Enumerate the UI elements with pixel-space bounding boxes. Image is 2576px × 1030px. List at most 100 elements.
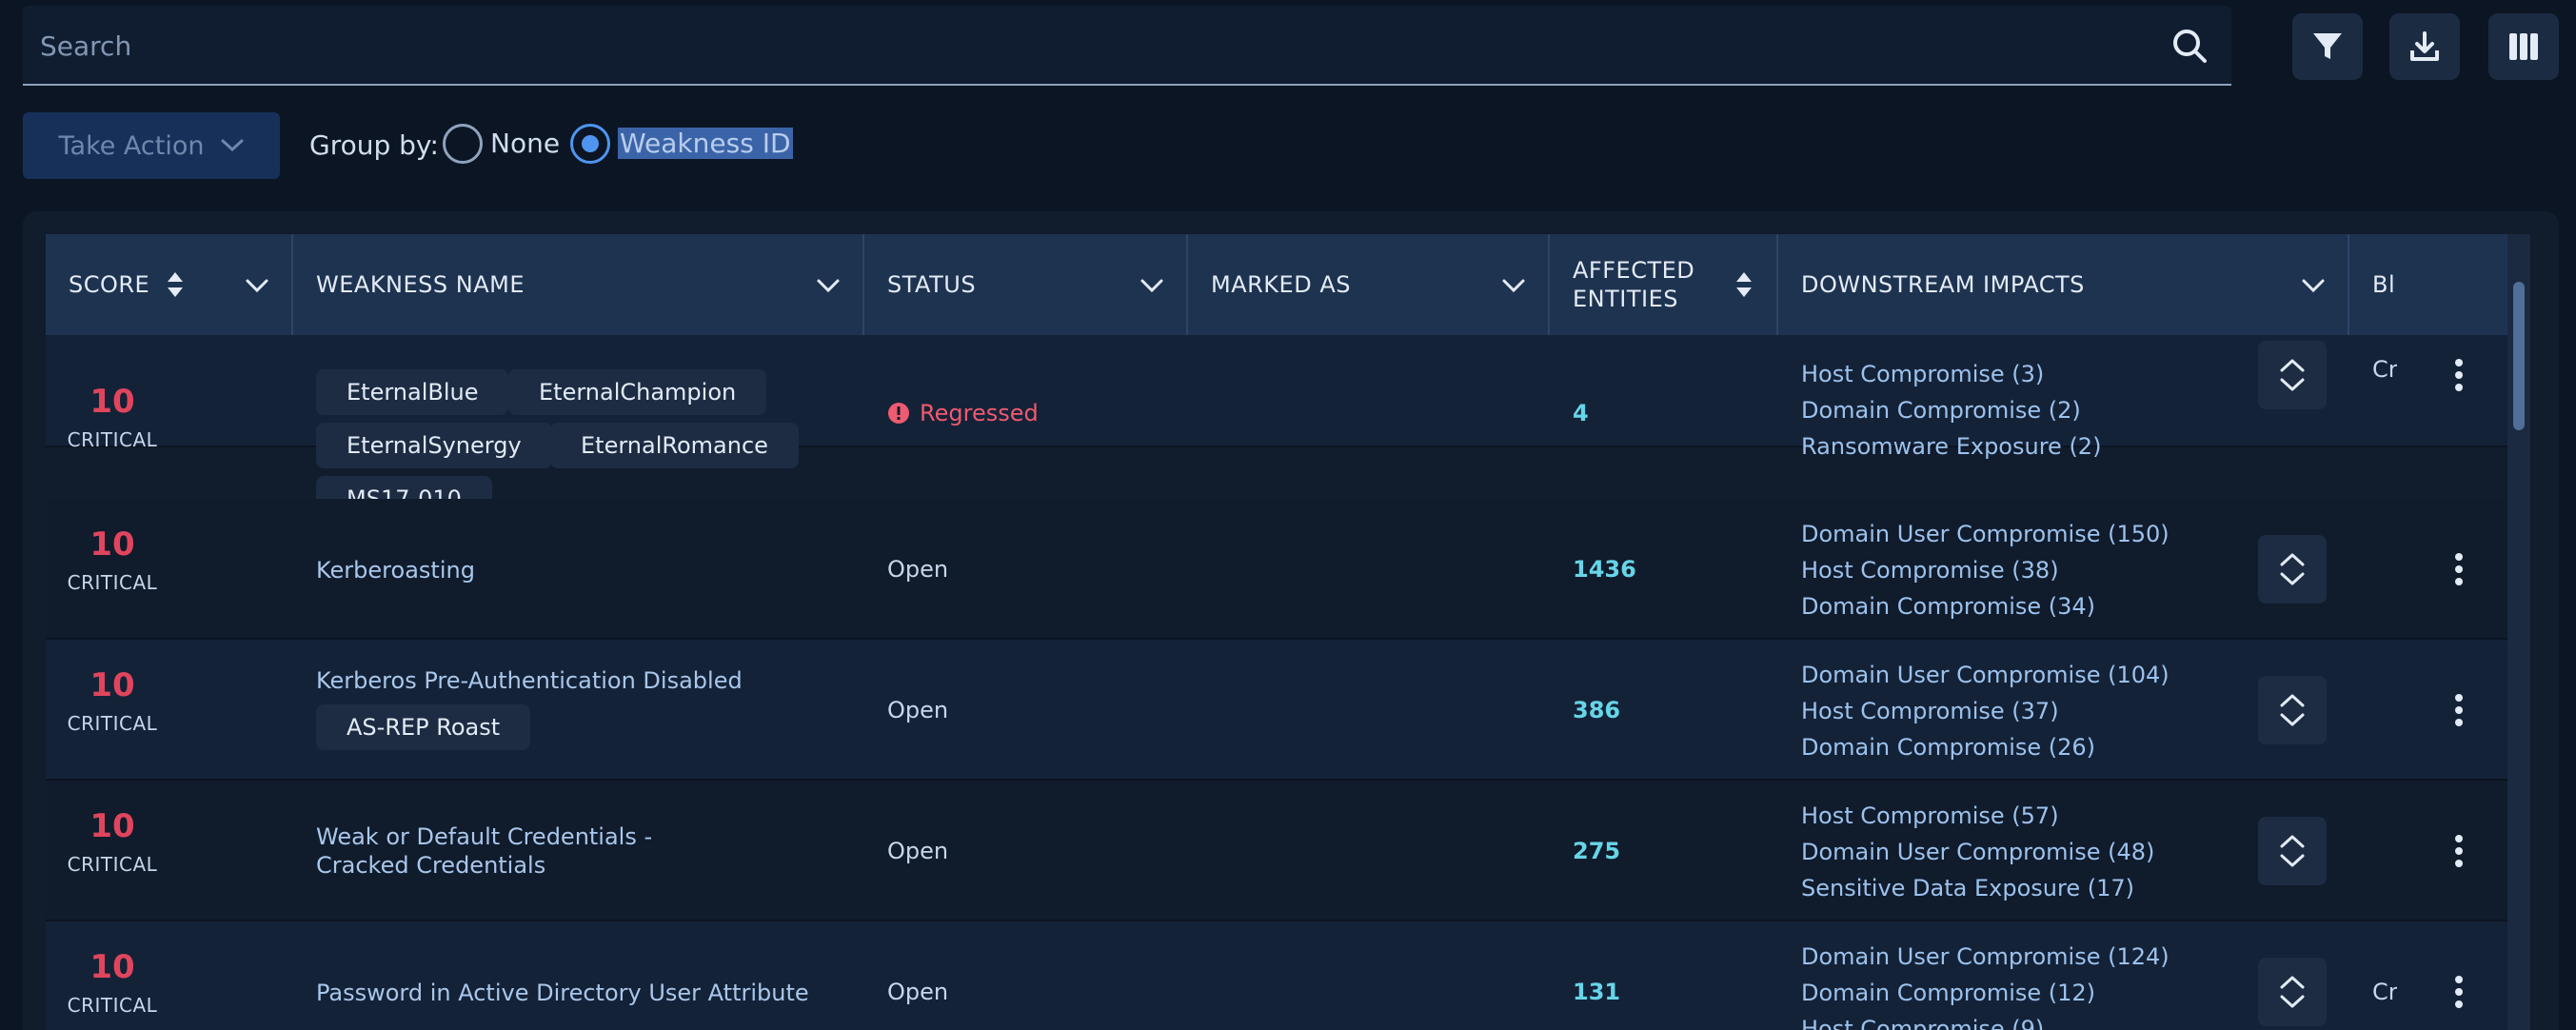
row-menu-button[interactable] xyxy=(2445,347,2473,404)
weakness-table: 10 CRITICAL EternalBlue EternalChampion … xyxy=(46,234,2507,1030)
affected-count[interactable]: 386 xyxy=(1573,697,1620,723)
table-row[interactable]: 10 CRITICAL Kerberos Pre-Authentication … xyxy=(46,640,2507,781)
table-scrollbar[interactable] xyxy=(2507,234,2530,1030)
expand-row-button[interactable] xyxy=(2258,535,2327,604)
impact-item[interactable]: Domain Compromise (26) xyxy=(1801,729,2170,765)
row-menu-button[interactable] xyxy=(2445,822,2473,880)
impact-item[interactable]: Ransomware Exposure (2) xyxy=(1801,428,2101,465)
column-affected-entities[interactable]: AFFECTED ENTITIES xyxy=(1550,234,1778,335)
column-label: DOWNSTREAM IMPACTS xyxy=(1801,271,2085,298)
score-value: 10 xyxy=(89,666,135,704)
group-by-label: Group by: xyxy=(309,129,439,161)
impacts-list: Host Compromise (57) Domain User Comprom… xyxy=(1801,798,2154,906)
impact-item[interactable]: Domain User Compromise (150) xyxy=(1801,516,2170,552)
severity-label: CRITICAL xyxy=(67,571,158,594)
column-marked-as[interactable]: MARKED AS xyxy=(1188,234,1550,335)
affected-count[interactable]: 131 xyxy=(1573,979,1620,1005)
affected-count[interactable]: 4 xyxy=(1573,400,1589,426)
weakness-tag[interactable]: EternalSynergy xyxy=(316,423,552,468)
column-label: AFFECTED ENTITIES xyxy=(1573,257,1695,312)
impact-item[interactable]: Host Compromise (38) xyxy=(1801,552,2170,588)
search-input[interactable] xyxy=(40,6,2134,86)
impact-item[interactable]: Host Compromise (9) xyxy=(1801,1011,2170,1030)
affected-count[interactable]: 1436 xyxy=(1573,556,1636,583)
weakness-tag[interactable]: AS-REP Roast xyxy=(316,704,531,750)
columns-icon xyxy=(2509,33,2538,60)
weakness-name[interactable]: Kerberoasting xyxy=(316,556,792,584)
sort-icon[interactable] xyxy=(166,270,185,299)
column-label: STATUS xyxy=(887,271,977,298)
status-cell: Regressed xyxy=(887,400,1039,426)
impact-item[interactable]: Domain Compromise (2) xyxy=(1801,392,2101,428)
alert-icon xyxy=(888,403,909,424)
search-icon[interactable] xyxy=(2170,27,2209,65)
impact-item[interactable]: Host Compromise (37) xyxy=(1801,693,2170,729)
severity-label: CRITICAL xyxy=(67,994,158,1017)
chevron-down-icon[interactable] xyxy=(1139,272,1165,299)
columns-button[interactable] xyxy=(2488,13,2559,80)
radio-none[interactable] xyxy=(443,124,483,164)
chevron-down-icon[interactable] xyxy=(244,272,270,299)
column-bu[interactable]: Bl xyxy=(2349,234,2507,335)
table-row[interactable]: 10 CRITICAL Password in Active Directory… xyxy=(46,921,2507,1030)
expand-row-button[interactable] xyxy=(2258,341,2327,409)
column-status[interactable]: STATUS xyxy=(864,234,1188,335)
score-value: 10 xyxy=(89,807,135,845)
expand-row-button[interactable] xyxy=(2258,958,2327,1026)
weakness-name[interactable]: Kerberos Pre-Authentication Disabled xyxy=(316,666,792,695)
radio-none-label[interactable]: None xyxy=(490,128,560,159)
column-downstream-impacts[interactable]: DOWNSTREAM IMPACTS xyxy=(1778,234,2349,335)
column-score[interactable]: SCORE xyxy=(46,234,293,335)
weakness-name[interactable]: Weak or Default Credentials - Cracked Cr… xyxy=(316,822,735,880)
table-row[interactable]: 10 CRITICAL Weak or Default Credentials … xyxy=(46,781,2507,921)
impact-item[interactable]: Domain Compromise (34) xyxy=(1801,588,2170,624)
impact-item[interactable]: Domain User Compromise (48) xyxy=(1801,834,2154,870)
impact-item[interactable]: Domain Compromise (12) xyxy=(1801,975,2170,1011)
impact-item[interactable]: Host Compromise (3) xyxy=(1801,356,2101,392)
impact-item[interactable]: Sensitive Data Exposure (17) xyxy=(1801,870,2154,906)
table-header: SCORE WEAKNESS NAME STATUS MARKED AS AFF… xyxy=(46,234,2507,335)
column-weakness-name[interactable]: WEAKNESS NAME xyxy=(293,234,864,335)
status-text: Open xyxy=(887,838,949,864)
row-menu-button[interactable] xyxy=(2445,682,2473,739)
row-menu-button[interactable] xyxy=(2445,541,2473,598)
chevron-down-icon[interactable] xyxy=(2300,272,2327,299)
filter-button[interactable] xyxy=(2292,13,2363,80)
more-vertical-icon xyxy=(2455,359,2463,391)
weakness-name[interactable]: Password in Active Directory User Attrib… xyxy=(316,979,849,1007)
table-row[interactable]: 10 CRITICAL Kerberoasting Open 1436 Doma… xyxy=(46,499,2507,640)
severity-label: CRITICAL xyxy=(67,712,158,735)
row-menu-button[interactable] xyxy=(2445,963,2473,1020)
chevron-down-icon[interactable] xyxy=(1500,272,1527,299)
column-label: SCORE xyxy=(69,271,150,298)
radio-weakness-id[interactable] xyxy=(570,124,610,164)
sort-icon[interactable] xyxy=(1734,270,1754,299)
bu-cell: Cr xyxy=(2372,356,2397,383)
weakness-tag[interactable]: EternalRomance xyxy=(550,423,799,468)
weakness-tag[interactable]: EternalChampion xyxy=(508,369,767,415)
expand-row-button[interactable] xyxy=(2258,676,2327,744)
expand-row-button[interactable] xyxy=(2258,817,2327,885)
status-text: Regressed xyxy=(920,400,1039,426)
affected-count[interactable]: 275 xyxy=(1573,838,1620,864)
filter-icon xyxy=(2313,33,2342,59)
more-vertical-icon xyxy=(2455,835,2463,867)
expand-icon xyxy=(2280,835,2305,867)
chevron-down-icon[interactable] xyxy=(815,272,842,299)
radio-weakness-id-label[interactable]: Weakness ID xyxy=(618,128,793,159)
impact-item[interactable]: Host Compromise (57) xyxy=(1801,798,2154,834)
status-text: Open xyxy=(887,556,949,583)
weakness-tag[interactable]: EternalBlue xyxy=(316,369,509,415)
status-cell: Open xyxy=(887,979,948,1005)
column-label: Bl xyxy=(2372,271,2396,298)
impacts-list: Host Compromise (3) Domain Compromise (2… xyxy=(1801,356,2101,465)
impact-item[interactable]: Domain User Compromise (104) xyxy=(1801,657,2170,693)
take-action-button[interactable]: Take Action xyxy=(23,112,280,179)
impact-item[interactable]: Domain User Compromise (124) xyxy=(1801,939,2170,975)
search-bar xyxy=(23,6,2231,86)
scrollbar-thumb[interactable] xyxy=(2513,282,2525,430)
download-button[interactable] xyxy=(2389,13,2460,80)
bu-cell: Cr xyxy=(2372,979,2397,1005)
column-label: MARKED AS xyxy=(1211,271,1351,298)
expand-icon xyxy=(2280,694,2305,726)
